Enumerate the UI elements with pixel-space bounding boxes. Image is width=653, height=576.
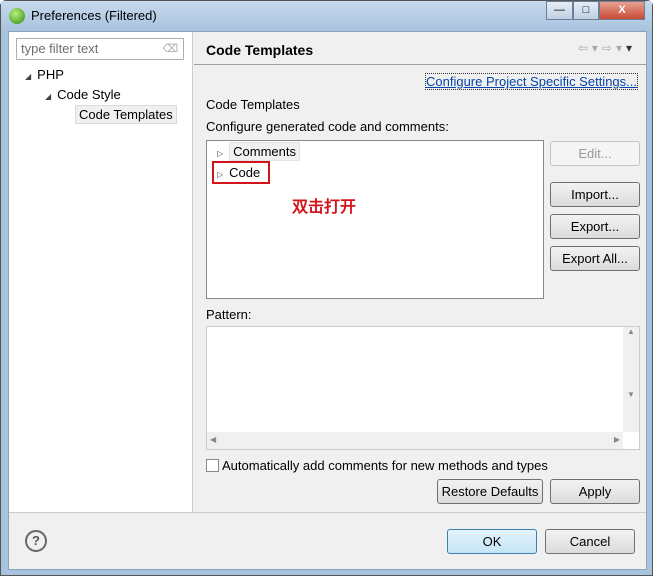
filter-input[interactable]: type filter text ⌫ — [16, 38, 184, 60]
ok-button[interactable]: OK — [447, 529, 537, 554]
import-button[interactable]: Import... — [550, 182, 640, 207]
menu-icon[interactable]: ▾ — [626, 41, 636, 55]
tree-item-comments[interactable]: ▷ Comments — [217, 142, 301, 161]
description-label: Configure generated code and comments: — [206, 119, 449, 134]
maximize-button[interactable]: □ — [573, 1, 599, 20]
collapsed-icon: ▷ — [217, 170, 224, 179]
pattern-label: Pattern: — [206, 307, 252, 322]
help-icon[interactable]: ? — [25, 530, 47, 552]
back-icon[interactable]: ⇦▾ — [578, 41, 602, 55]
tree-label: Code — [229, 165, 261, 180]
auto-comments-checkbox[interactable]: Automatically add comments for new metho… — [206, 458, 548, 473]
title-bar: Preferences (Filtered) — □ X — [1, 1, 652, 31]
restore-defaults-button[interactable]: Restore Defaults — [437, 479, 543, 504]
preference-tree-panel: type filter text ⌫ ◢ PHP ◢ Code Style Code … — [9, 32, 193, 512]
export-button[interactable]: Export... — [550, 214, 640, 239]
clear-filter-icon[interactable]: ⌫ — [162, 42, 178, 55]
cancel-button[interactable]: Cancel — [545, 529, 635, 554]
window-title: Preferences (Filtered) — [31, 8, 157, 23]
tree-item-code-templates[interactable]: Code Templates — [75, 105, 177, 124]
tree-label: PHP — [37, 67, 64, 82]
section-label: Code Templates — [206, 97, 300, 112]
export-all-button[interactable]: Export All... — [550, 246, 640, 271]
minimize-button[interactable]: — — [546, 1, 573, 20]
page-header: Code Templates ⇦▾⇨▾▾ — [194, 32, 646, 65]
apply-button[interactable]: Apply — [550, 479, 640, 504]
tree-item-php[interactable]: ◢ PHP — [25, 67, 64, 82]
tree-item-code[interactable]: ▷ Code — [217, 165, 260, 180]
vertical-scrollbar[interactable]: ▲ ▼ — [623, 327, 639, 432]
expanded-icon: ◢ — [25, 72, 32, 81]
collapsed-icon: ▷ — [217, 149, 224, 158]
configure-project-settings-link[interactable]: Configure Project Specific Settings... — [425, 73, 638, 90]
tree-item-code-style[interactable]: ◢ Code Style — [45, 87, 121, 102]
pattern-editor[interactable]: ▲ ▼ ◀ ▶ — [206, 326, 640, 450]
checkbox-icon[interactable] — [206, 459, 219, 472]
forward-icon[interactable]: ⇨▾ — [602, 41, 626, 55]
annotation-text: 双击打开 — [292, 197, 357, 216]
checkbox-label: Automatically add comments for new metho… — [222, 458, 548, 473]
eclipse-icon — [9, 8, 25, 24]
tree-label: Code Style — [57, 87, 121, 102]
preference-page: Code Templates ⇦▾⇨▾▾ Configure Project S… — [194, 32, 646, 512]
close-button[interactable]: X — [599, 1, 645, 20]
edit-button[interactable]: Edit... — [550, 141, 640, 166]
preferences-window: Preferences (Filtered) — □ X type filter… — [0, 0, 653, 576]
dialog-body: type filter text ⌫ ◢ PHP ◢ Code Style Code … — [8, 31, 647, 570]
templates-tree[interactable]: ▷ Comments ▷ Code 双击打开 — [206, 140, 544, 299]
tree-label: Comments — [229, 142, 301, 161]
filter-placeholder: type filter text — [21, 41, 99, 56]
page-title: Code Templates — [206, 42, 314, 58]
expanded-icon: ◢ — [45, 92, 52, 101]
dialog-footer: ? OK Cancel — [9, 512, 646, 570]
horizontal-scrollbar[interactable]: ◀ ▶ — [207, 432, 623, 449]
